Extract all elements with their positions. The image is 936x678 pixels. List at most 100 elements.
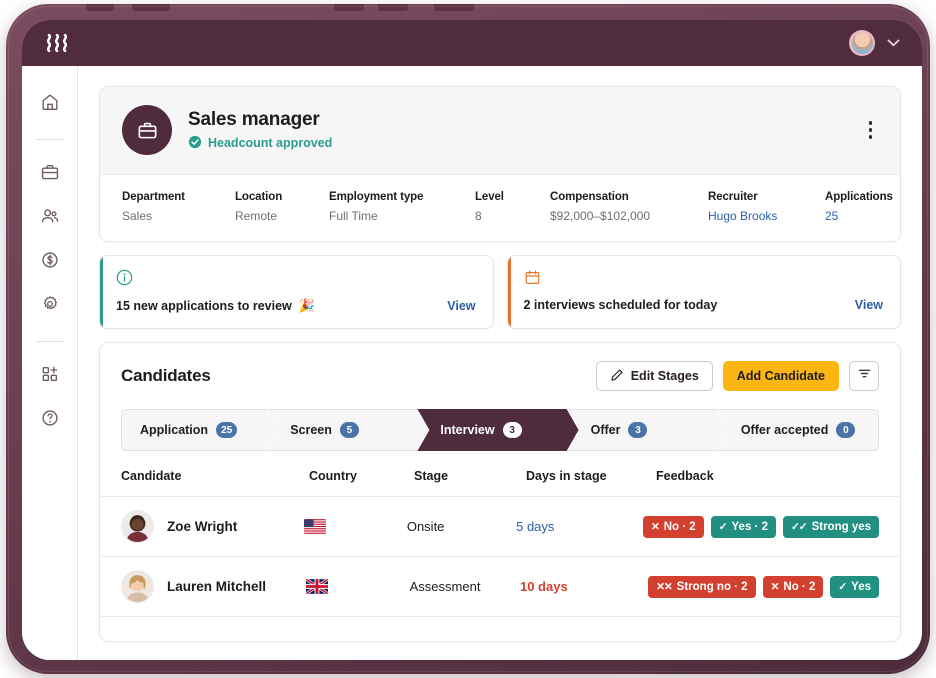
briefcase-icon <box>40 162 60 187</box>
sidebar-item-settings[interactable] <box>32 288 68 324</box>
feedback-badge[interactable]: ✕✕ Strong no · 2 <box>648 576 756 598</box>
meta-recruiter: Recruiter Hugo Brooks <box>708 191 825 223</box>
info-circle-icon <box>116 269 476 291</box>
three-wave-logo[interactable] <box>46 34 72 52</box>
filter-icon <box>857 366 872 386</box>
home-icon <box>40 92 60 117</box>
tablet-device-frame: Sales manager Headcount approved <box>6 4 930 674</box>
device-buttons <box>86 4 476 12</box>
edit-stages-button[interactable]: Edit Stages <box>596 361 713 391</box>
banner-view-link[interactable]: View <box>447 299 475 313</box>
stage-label: Offer accepted <box>741 423 829 437</box>
feedback-badge[interactable]: ✓ Yes · 2 <box>711 516 776 538</box>
pipeline-stage-offer-accepted[interactable]: Offer accepted 0 <box>718 409 879 451</box>
pipeline-stage-offer[interactable]: Offer 3 <box>568 409 729 451</box>
banner-interviews-today: 2 interviews scheduled for today View <box>507 255 902 329</box>
applications-count-link[interactable]: 25 <box>825 209 893 223</box>
badge-label: No · 2 <box>783 581 815 593</box>
tablet-screen: Sales manager Headcount approved <box>22 20 922 660</box>
job-briefcase-icon <box>122 105 172 155</box>
sidebar-item-jobs[interactable] <box>32 156 68 192</box>
job-header-card: Sales manager Headcount approved <box>99 86 901 242</box>
app-sidebar <box>22 66 78 660</box>
gear-icon <box>40 294 60 319</box>
banner-text: 2 interviews scheduled for today <box>524 298 718 312</box>
candidate-days-in-stage: 10 days <box>520 579 648 594</box>
sidebar-item-home[interactable] <box>32 86 68 122</box>
meta-employment-type: Employment type Full Time <box>329 191 475 223</box>
more-options-icon[interactable] <box>863 115 879 145</box>
feedback-badge[interactable]: ✓✓ Strong yes <box>783 516 879 538</box>
meta-location: Location Remote <box>235 191 329 223</box>
avatar <box>121 570 154 603</box>
candidates-title: Candidates <box>121 366 211 386</box>
dollar-circle-icon <box>40 250 60 275</box>
notification-banners: 15 new applications to review 🎉 View <box>99 255 901 329</box>
feedback-badge[interactable]: ✕ No · 2 <box>763 576 824 598</box>
people-icon <box>40 206 60 231</box>
feedback-badge[interactable]: ✕ No · 2 <box>643 516 704 538</box>
flag-gb-icon <box>306 579 409 594</box>
stage-count: 25 <box>216 422 237 438</box>
headcount-status-label: Headcount approved <box>208 136 332 150</box>
pipeline-stage-application[interactable]: Application 25 <box>121 409 278 451</box>
filter-button[interactable] <box>849 361 879 391</box>
stage-count: 0 <box>836 422 855 438</box>
badge-label: Strong yes <box>812 521 871 533</box>
sidebar-item-help[interactable] <box>32 402 68 438</box>
sidebar-item-people[interactable] <box>32 200 68 236</box>
calendar-icon <box>524 269 884 291</box>
pencil-icon <box>610 368 624 385</box>
column-header-stage: Stage <box>414 469 526 483</box>
stage-label: Screen <box>290 423 332 437</box>
stage-count: 5 <box>340 422 359 438</box>
banner-text: 15 new applications to review <box>116 299 292 313</box>
feedback-badge[interactable]: ✓ Yes <box>830 576 879 598</box>
user-avatar[interactable] <box>849 30 875 56</box>
help-circle-icon <box>40 408 60 433</box>
candidate-name: Zoe Wright <box>167 519 237 534</box>
stage-count: 3 <box>503 422 522 438</box>
candidate-stage: Assessment <box>410 579 520 594</box>
table-row[interactable]: Lauren Mitchell <box>100 557 900 617</box>
badge-label: Strong no · 2 <box>677 581 748 593</box>
meta-department: Department Sales <box>122 191 235 223</box>
badge-glyph: ✕✕ <box>656 581 672 593</box>
stage-count: 3 <box>628 422 647 438</box>
recruiter-link[interactable]: Hugo Brooks <box>708 209 825 223</box>
apps-add-icon <box>40 364 60 389</box>
column-header-feedback: Feedback <box>656 469 879 483</box>
sidebar-divider-bottom <box>36 341 64 342</box>
edit-stages-label: Edit Stages <box>631 369 699 383</box>
banner-view-link[interactable]: View <box>855 298 883 312</box>
chevron-down-icon[interactable] <box>887 34 900 52</box>
candidates-header: Candidates Edit Stages Add Candidate <box>100 343 900 405</box>
badge-label: Yes <box>851 581 871 593</box>
flag-us-icon <box>304 519 406 534</box>
app-topbar <box>22 20 922 66</box>
table-row[interactable]: Zoe Wright <box>100 497 900 557</box>
job-header-top: Sales manager Headcount approved <box>100 87 900 175</box>
main-content: Sales manager Headcount approved <box>78 66 922 660</box>
pipeline-stage-interview[interactable]: Interview 3 <box>417 409 578 451</box>
badge-glyph: ✓ <box>838 581 846 593</box>
column-header-country: Country <box>309 469 414 483</box>
pipeline-stage-screen[interactable]: Screen 5 <box>267 409 428 451</box>
badge-glyph: ✓✓ <box>791 521 807 533</box>
check-circle-icon <box>188 135 202 152</box>
page-title: Sales manager <box>188 109 332 131</box>
badge-glyph: ✓ <box>719 521 727 533</box>
sidebar-item-payroll[interactable] <box>32 244 68 280</box>
candidate-name: Lauren Mitchell <box>167 579 266 594</box>
meta-applications: Applications 25 <box>825 191 893 223</box>
add-candidate-label: Add Candidate <box>737 369 825 383</box>
sidebar-divider-top <box>36 139 64 140</box>
avatar <box>121 510 154 543</box>
topbar-user-menu[interactable] <box>849 30 900 56</box>
meta-compensation: Compensation $92,000–$102,000 <box>550 191 708 223</box>
badge-label: Yes · 2 <box>732 521 768 533</box>
stage-label: Application <box>140 423 208 437</box>
column-header-days-in-stage: Days in stage <box>526 469 656 483</box>
add-candidate-button[interactable]: Add Candidate <box>723 361 839 391</box>
sidebar-item-apps[interactable] <box>32 358 68 394</box>
